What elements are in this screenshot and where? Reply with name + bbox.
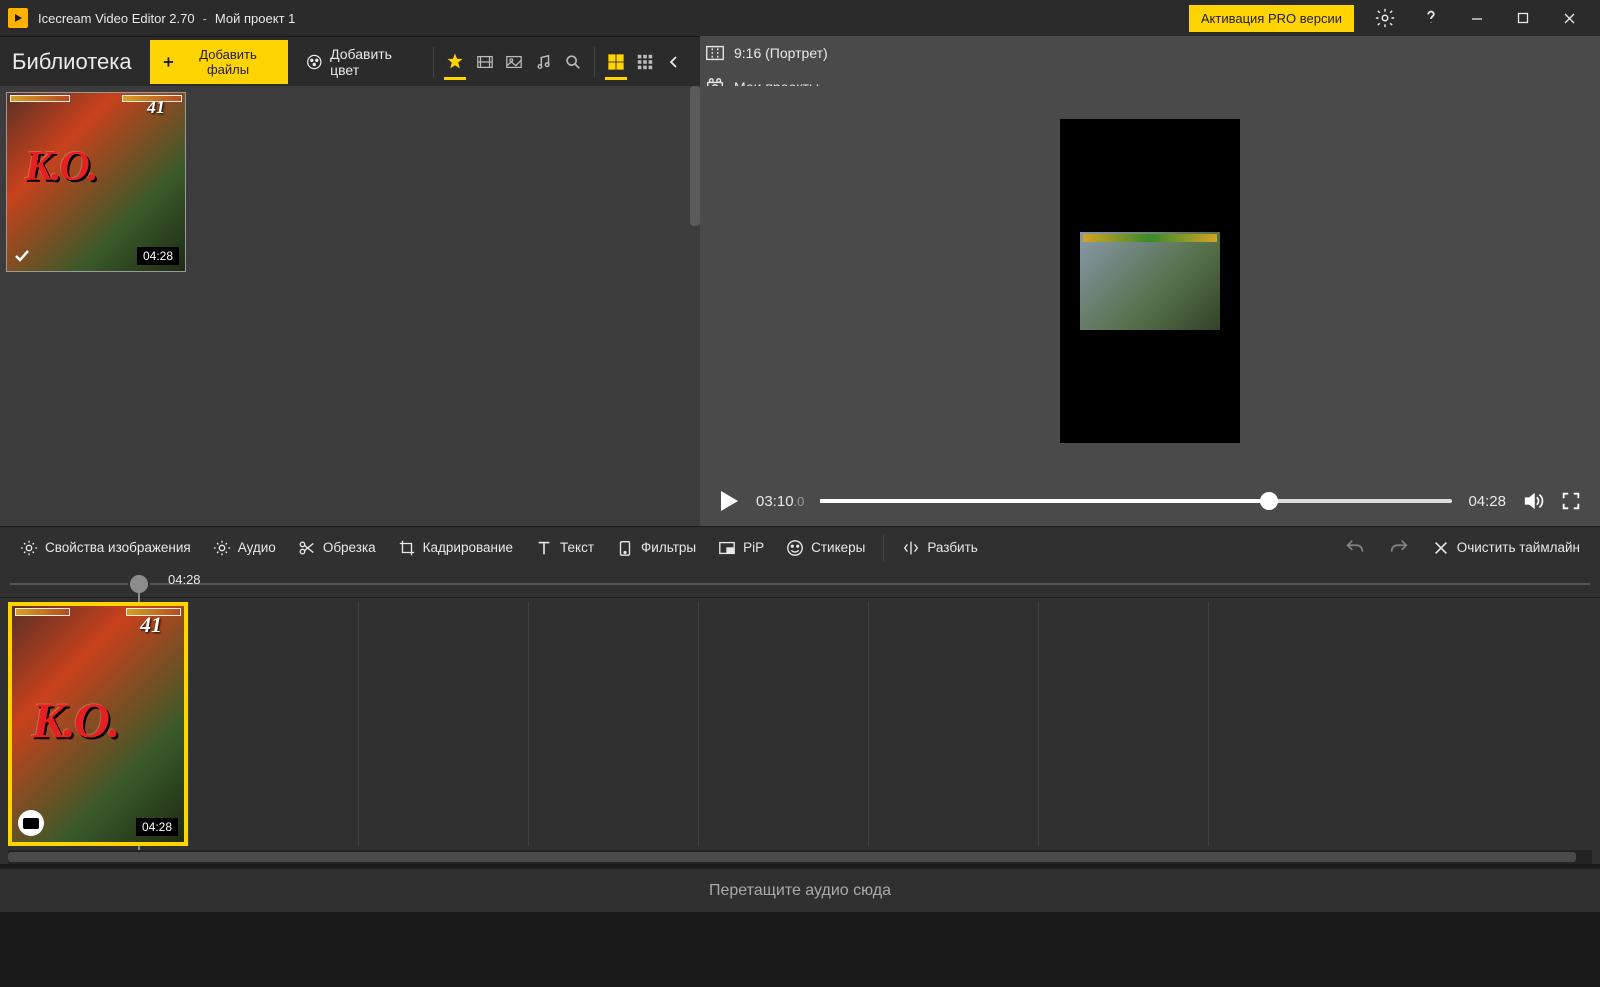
audio-button[interactable]: Аудио — [205, 535, 284, 561]
fullscreen-icon[interactable] — [1560, 490, 1582, 512]
filter-all-icon[interactable] — [440, 42, 470, 82]
redo-button[interactable] — [1380, 533, 1418, 563]
filter-image-icon[interactable] — [499, 42, 529, 82]
main-area: 41 K.O. 04:28 03:10.0 04:28 — [0, 86, 1600, 526]
library-heading: Библиотека — [12, 49, 132, 75]
image-properties-label: Свойства изображения — [45, 540, 191, 555]
timeline-empty-slot[interactable] — [528, 602, 698, 846]
trim-button[interactable]: Обрезка — [290, 535, 384, 561]
clear-timeline-label: Очистить таймлайн — [1457, 540, 1580, 555]
pip-label: PiP — [743, 540, 764, 555]
clip-hud-number: 41 — [140, 612, 162, 638]
stickers-button[interactable]: Стикеры — [778, 535, 873, 561]
current-time: 03:10.0 — [756, 493, 804, 510]
clip-type-icon — [18, 810, 44, 836]
titlebar: Icecream Video Editor 2.70 - Мой проект … — [0, 0, 1600, 36]
preview-canvas[interactable] — [1060, 119, 1240, 443]
add-color-label: Добавить цвет — [330, 46, 417, 78]
timeline-ruler[interactable]: 04:28 — [0, 568, 1600, 598]
image-properties-button[interactable]: Свойства изображения — [12, 535, 199, 561]
audio-drop-zone[interactable]: Перетащите аудио сюда — [0, 868, 1600, 912]
add-files-label: Добавить файлы — [181, 47, 276, 77]
playhead-time: 04:28 — [168, 572, 201, 587]
timeline-empty-slot[interactable] — [698, 602, 868, 846]
library-item[interactable]: 41 K.O. 04:28 — [6, 92, 186, 272]
minimize-icon[interactable] — [1454, 0, 1500, 36]
add-files-button[interactable]: Добавить файлы — [150, 40, 288, 84]
crop-button[interactable]: Кадрирование — [390, 535, 521, 561]
timeline-clip[interactable]: 41 K.O. 04:28 — [8, 602, 188, 846]
preview-stage — [700, 86, 1600, 476]
thumb-overlay-text: K.O. — [25, 143, 96, 191]
seek-knob[interactable] — [1260, 492, 1278, 510]
help-icon[interactable] — [1408, 0, 1454, 36]
timeline-empty-slot[interactable] — [1208, 602, 1378, 846]
pip-button[interactable]: PiP — [710, 535, 772, 561]
player-controls: 03:10.0 04:28 — [700, 476, 1600, 526]
clip-overlay-text: K.O. — [32, 691, 118, 749]
text-label: Текст — [560, 540, 594, 555]
timeline-empty-slot[interactable] — [868, 602, 1038, 846]
aspect-ratio-label: 9:16 (Портрет) — [734, 45, 828, 61]
activate-pro-button[interactable]: Активация PRO версии — [1189, 5, 1354, 32]
volume-icon[interactable] — [1522, 490, 1544, 512]
split-button[interactable]: Разбить — [894, 535, 985, 561]
preview-panel: 03:10.0 04:28 — [700, 86, 1600, 526]
settings-icon[interactable] — [1362, 0, 1408, 36]
timeline-empty-slot[interactable] — [188, 602, 358, 846]
add-color-button[interactable]: Добавить цвет — [296, 40, 428, 84]
thumb-hud-number: 41 — [147, 97, 165, 118]
preview-frame — [1080, 232, 1220, 330]
title-separator: - — [203, 11, 207, 26]
stickers-label: Стикеры — [811, 540, 865, 555]
check-icon — [13, 247, 31, 265]
filter-video-icon[interactable] — [470, 42, 500, 82]
trim-label: Обрезка — [323, 540, 376, 555]
timeline-clips[interactable]: 41 K.O. 04:28 — [0, 598, 1600, 850]
thumb-duration: 04:28 — [137, 247, 179, 265]
aspect-ratio-button[interactable]: 9:16 (Портрет) — [700, 36, 1600, 70]
total-time: 04:28 — [1468, 493, 1506, 510]
audio-label: Аудио — [238, 540, 276, 555]
playhead-marker[interactable] — [128, 573, 150, 595]
close-icon[interactable] — [1546, 0, 1592, 36]
view-grid-small-icon[interactable] — [631, 42, 661, 82]
text-button[interactable]: Текст — [527, 535, 602, 561]
play-button[interactable] — [718, 489, 740, 513]
timeline-empty-slot[interactable] — [1038, 602, 1208, 846]
app-name: Icecream Video Editor 2.70 — [38, 11, 195, 26]
project-name: Мой проект 1 — [215, 11, 295, 26]
filter-audio-icon[interactable] — [529, 42, 559, 82]
edit-toolbar: Свойства изображения Аудио Обрезка Кадри… — [0, 526, 1600, 568]
timeline-empty-slot[interactable] — [358, 602, 528, 846]
split-label: Разбить — [927, 540, 977, 555]
library-panel[interactable]: 41 K.O. 04:28 — [0, 86, 700, 526]
library-toolbar: Библиотека Добавить файлы Добавить цвет — [0, 36, 700, 86]
timeline-scrollbar[interactable] — [8, 850, 1592, 864]
timeline: 04:28 41 K.O. 04:28 — [0, 568, 1600, 864]
filters-label: Фильтры — [641, 540, 696, 555]
undo-button[interactable] — [1336, 533, 1374, 563]
collapse-library-icon[interactable] — [660, 47, 688, 77]
maximize-icon[interactable] — [1500, 0, 1546, 36]
seek-bar[interactable] — [820, 499, 1452, 503]
preview-top-toolbar: 9:16 (Портрет) Мои проекты Экспортироват… — [700, 36, 1600, 86]
crop-label: Кадрирование — [423, 540, 513, 555]
view-grid-large-icon[interactable] — [601, 42, 631, 82]
audio-drop-hint: Перетащите аудио сюда — [709, 882, 891, 900]
search-icon[interactable] — [559, 42, 589, 82]
clear-timeline-button[interactable]: Очистить таймлайн — [1424, 535, 1588, 561]
filters-button[interactable]: Фильтры — [608, 535, 704, 561]
app-icon — [8, 8, 28, 28]
clip-duration: 04:28 — [136, 818, 178, 836]
